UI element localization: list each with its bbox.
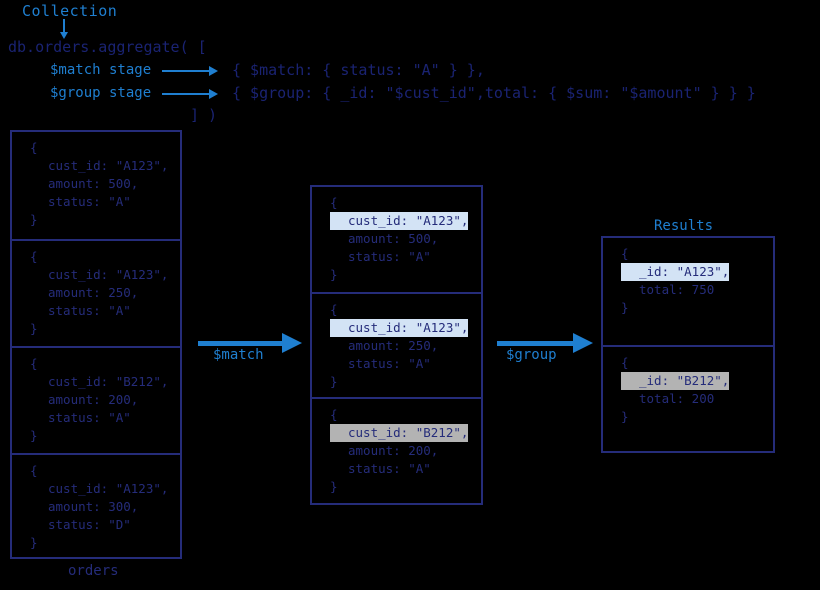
match-flow-label: $match bbox=[213, 347, 264, 363]
matched-document: { cust_id: "A123", amount: 500, status: … bbox=[312, 187, 481, 292]
document-field-status: status: "A" bbox=[48, 194, 131, 209]
document-close-brace: } bbox=[30, 212, 38, 227]
document-close-brace: } bbox=[621, 300, 629, 315]
code-line-match-stage: { $match: { status: "A" } }, bbox=[232, 61, 485, 79]
document-open-brace: { bbox=[330, 195, 338, 210]
document-field-cust-id: cust_id: "A123", bbox=[48, 267, 169, 282]
document-close-brace: } bbox=[621, 409, 629, 424]
document-field-amount: amount: 250, bbox=[48, 285, 139, 300]
document-field-cust-id: cust_id: "A123", bbox=[48, 158, 169, 173]
document-field-cust-id: cust_id: "A123", bbox=[330, 212, 469, 230]
result-document: { _id: "B212", total: 200 } bbox=[603, 345, 773, 451]
document-field-cust-id: cust_id: "A123", bbox=[48, 481, 169, 496]
document-open-brace: { bbox=[621, 355, 629, 370]
document-open-brace: { bbox=[30, 140, 38, 155]
document-close-brace: } bbox=[330, 374, 338, 389]
match-stage-label: $match stage bbox=[50, 62, 152, 78]
document-field-amount: amount: 250, bbox=[348, 338, 439, 353]
document-open-brace: { bbox=[330, 407, 338, 422]
matched-documents-column: { cust_id: "A123", amount: 500, status: … bbox=[310, 185, 483, 505]
document-open-brace: { bbox=[30, 356, 38, 371]
document-close-brace: } bbox=[330, 479, 338, 494]
matched-document: { cust_id: "A123", amount: 250, status: … bbox=[312, 292, 481, 397]
document-field-total: total: 750 bbox=[639, 282, 715, 297]
order-document: { cust_id: "B212", amount: 200, status: … bbox=[12, 346, 180, 453]
document-close-brace: } bbox=[30, 428, 38, 443]
document-field-total: total: 200 bbox=[639, 391, 715, 406]
code-line-group-stage: { $group: { _id: "$cust_id",total: { $su… bbox=[232, 84, 756, 102]
order-document: { cust_id: "A123", amount: 300, status: … bbox=[12, 453, 180, 561]
results-column: { _id: "A123", total: 750 } { _id: "B212… bbox=[601, 236, 775, 453]
document-field-status: status: "A" bbox=[348, 249, 431, 264]
order-document: { cust_id: "A123", amount: 500, status: … bbox=[12, 132, 180, 239]
group-flow-arrow-icon bbox=[497, 333, 593, 353]
collection-label: Collection bbox=[22, 2, 118, 20]
group-flow-label: $group bbox=[506, 347, 557, 363]
document-field-cust-id: cust_id: "A123", bbox=[330, 319, 469, 337]
document-open-brace: { bbox=[30, 463, 38, 478]
document-field-amount: amount: 300, bbox=[48, 499, 139, 514]
orders-collection-label: orders bbox=[68, 563, 119, 579]
group-stage-label: $group stage bbox=[50, 85, 152, 101]
result-document: { _id: "A123", total: 750 } bbox=[603, 238, 773, 345]
results-label: Results bbox=[654, 218, 714, 234]
document-open-brace: { bbox=[621, 246, 629, 261]
order-document: { cust_id: "A123", amount: 250, status: … bbox=[12, 239, 180, 346]
document-close-brace: } bbox=[330, 267, 338, 282]
document-close-brace: } bbox=[30, 321, 38, 336]
document-field-amount: amount: 200, bbox=[48, 392, 139, 407]
matched-document: { cust_id: "B212", amount: 200, status: … bbox=[312, 397, 481, 503]
code-line-aggregate-open: db.orders.aggregate( [ bbox=[8, 38, 207, 56]
code-line-aggregate-close: ] ) bbox=[190, 106, 218, 124]
document-field-amount: amount: 500, bbox=[48, 176, 139, 191]
orders-collection-column: { cust_id: "A123", amount: 500, status: … bbox=[10, 130, 182, 559]
document-field-status: status: "A" bbox=[348, 461, 431, 476]
document-field-id: _id: "B212", bbox=[621, 372, 730, 390]
match-stage-connector-arrow-icon bbox=[162, 66, 218, 76]
document-field-cust-id: cust_id: "B212", bbox=[330, 424, 469, 442]
document-field-status: status: "A" bbox=[48, 410, 131, 425]
document-close-brace: } bbox=[30, 535, 38, 550]
document-field-amount: amount: 200, bbox=[348, 443, 439, 458]
document-field-cust-id: cust_id: "B212", bbox=[48, 374, 169, 389]
document-open-brace: { bbox=[330, 302, 338, 317]
document-field-status: status: "D" bbox=[48, 517, 131, 532]
document-field-status: status: "A" bbox=[48, 303, 131, 318]
collection-pointer-arrow-icon bbox=[60, 19, 68, 39]
match-flow-arrow-icon bbox=[198, 333, 302, 353]
document-field-status: status: "A" bbox=[348, 356, 431, 371]
document-field-id: _id: "A123", bbox=[621, 263, 730, 281]
document-field-amount: amount: 500, bbox=[348, 231, 439, 246]
group-stage-connector-arrow-icon bbox=[162, 89, 218, 99]
document-open-brace: { bbox=[30, 249, 38, 264]
